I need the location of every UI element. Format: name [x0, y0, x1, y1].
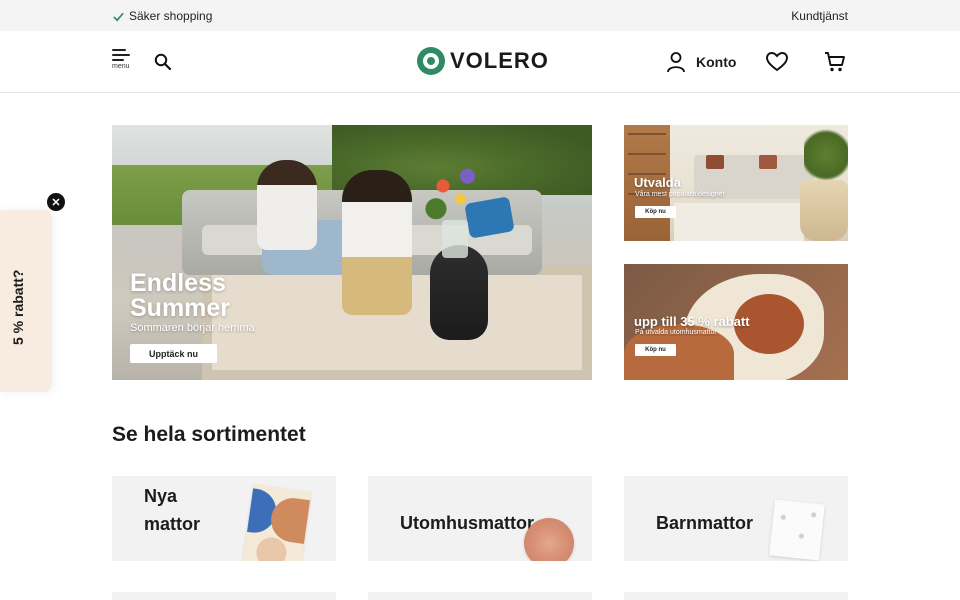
category-card[interactable]: [624, 592, 848, 600]
category-image: [242, 484, 312, 561]
hero-copy: Endless Summer Sommaren börjar hemma: [130, 269, 255, 335]
promo-image-pillow: [706, 155, 724, 169]
promo-image-pillow: [759, 155, 777, 169]
account-label: Konto: [696, 54, 737, 70]
account-button[interactable]: Konto: [666, 51, 736, 73]
hero-image-stool: [430, 245, 488, 340]
category-label: Barnmattor: [656, 513, 754, 533]
menu-label: menu: [112, 63, 130, 70]
logo[interactable]: VOLERO: [417, 47, 549, 75]
section-title: Se hela sortimentet: [112, 423, 306, 446]
user-icon: [667, 52, 685, 73]
category-card[interactable]: [368, 592, 592, 600]
category-image: [769, 499, 825, 561]
promo-title: Utvalda: [634, 175, 681, 190]
hero-cta-button[interactable]: Upptäck nu: [130, 344, 217, 363]
hamburger-icon: [112, 49, 134, 61]
promo-title: upp till 35 % rabatt: [634, 314, 750, 329]
discount-side-tab[interactable]: 5 % rabatt?: [0, 210, 52, 392]
heart-icon[interactable]: [765, 50, 789, 74]
secure-shopping-label: Säker shopping: [129, 9, 213, 23]
promo-subtitle: På utvalda utomhusmattor: [635, 329, 717, 336]
check-icon: [113, 12, 124, 21]
secure-shopping: Säker shopping: [112, 9, 212, 23]
hero-title-line1: Endless: [130, 269, 226, 297]
hero-image-person: [342, 170, 412, 315]
promo-cta-button[interactable]: Köp nu: [635, 206, 676, 218]
top-bar: Säker shopping Kundtjänst: [0, 0, 960, 31]
category-card-kids-rugs[interactable]: Barnmattor: [624, 476, 848, 561]
category-card-new-rugs[interactable]: Nya mattor: [112, 476, 336, 561]
hero-image-flowers: [422, 160, 492, 225]
cart-icon[interactable]: [823, 50, 847, 74]
close-icon[interactable]: ✕: [47, 193, 65, 211]
promo-outdoor-sale[interactable]: upp till 35 % rabatt På utvalda utomhusm…: [624, 264, 848, 380]
promo-image-pot: [800, 180, 848, 241]
category-card-outdoor-rugs[interactable]: Utomhusmattor: [368, 476, 592, 561]
hero-image-person: [257, 160, 317, 250]
category-label: Nya mattor: [144, 486, 201, 534]
promo-image-rug: [674, 203, 804, 241]
promo-cta-button[interactable]: Köp nu: [635, 344, 676, 356]
search-icon[interactable]: [154, 53, 172, 71]
menu-button[interactable]: menu: [112, 49, 134, 75]
site-header: menu VOLERO Konto: [0, 31, 960, 93]
promo-image-plant: [804, 125, 848, 185]
hero-subtitle: Sommaren börjar hemma: [130, 322, 255, 334]
customer-service-link[interactable]: Kundtjänst: [791, 9, 848, 23]
category-card[interactable]: [112, 592, 336, 600]
logo-mark-icon: [417, 47, 445, 75]
promo-featured[interactable]: Utvalda Våra mest populära designer Köp …: [624, 125, 848, 241]
hero-title-line2: Summer: [130, 294, 231, 322]
logo-text: VOLERO: [450, 48, 549, 73]
discount-tab-label: 5 % rabatt?: [10, 269, 26, 345]
category-image: [524, 518, 574, 561]
promo-subtitle: Våra mest populära designer: [635, 191, 725, 198]
hero-image-vase: [442, 220, 468, 258]
category-label: Utomhusmattor: [400, 513, 534, 533]
hero-banner[interactable]: Endless Summer Sommaren börjar hemma Upp…: [112, 125, 592, 380]
